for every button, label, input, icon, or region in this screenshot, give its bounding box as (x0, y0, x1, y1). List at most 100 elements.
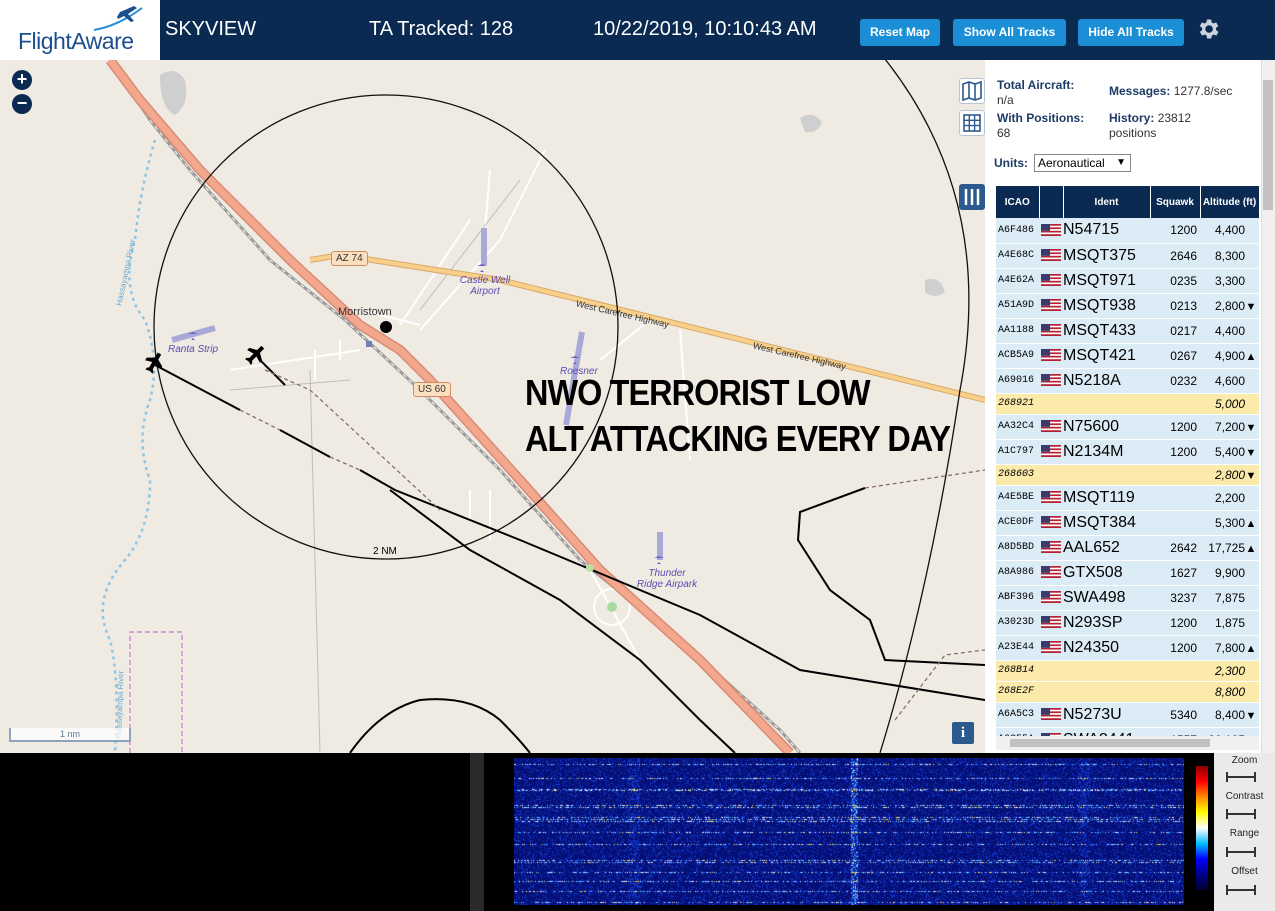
zoom-slider[interactable] (1226, 772, 1256, 782)
table-row[interactable]: 268E2F 8,800 (996, 681, 1259, 703)
col-header-squawk[interactable]: Squawk (1150, 186, 1201, 218)
horizontal-scrollbar-thumb[interactable] (1010, 739, 1210, 747)
us-flag-icon (1041, 516, 1061, 529)
altitude-value: 4,600 (1214, 373, 1245, 388)
table-row[interactable]: A4E62A MSQT971 0235 3,300 (996, 268, 1259, 294)
cell-flag (1039, 485, 1063, 511)
table-row[interactable]: A69016 N5218A 0232 4,600 (996, 368, 1259, 394)
airport-label-thunder-ridge: Thunder Ridge Airpark (636, 568, 698, 590)
show-all-tracks-button[interactable]: Show All Tracks (953, 19, 1066, 46)
cell-icao: A51A9D (996, 293, 1039, 319)
stat-history-value: 23812 (1157, 111, 1192, 125)
cell-flag (1039, 414, 1063, 440)
table-row[interactable]: A3023D N293SP 1200 1,875 (996, 610, 1259, 636)
cell-ident: MSQT421 (1063, 343, 1150, 369)
vertical-scrollbar-thumb[interactable] (1263, 80, 1273, 210)
table-row[interactable]: 268603 2,800▼ (996, 464, 1259, 486)
reset-map-button[interactable]: Reset Map (860, 19, 940, 46)
table-row[interactable]: A8A986 GTX508 1627 9,900 (996, 560, 1259, 586)
zoom-out-button[interactable]: − (12, 94, 32, 114)
table-row[interactable]: 268B14 2,300 (996, 660, 1259, 682)
aircraft-table-body: A6F486 N54715 1200 4,400 A4E68C MSQT375 2646 8,… (996, 218, 1259, 736)
place-label-morristown: Morristown (338, 306, 392, 318)
cell-ident: MSQT433 (1063, 318, 1150, 344)
gear-icon[interactable] (1195, 16, 1221, 42)
table-row[interactable]: A6C55A SWA2441155720,125▲ (996, 727, 1259, 736)
scale-bar: 1 nm (9, 728, 131, 742)
table-row[interactable]: 268921 5,000 (996, 393, 1259, 415)
cell-ident: AAL652 (1063, 535, 1150, 561)
cell-squawk: 0267 (1150, 343, 1200, 369)
units-select[interactable]: Aeronautical ▼ (1034, 154, 1131, 172)
grid-toggle-button[interactable] (959, 110, 985, 136)
cell-altitude: 8,800 (1200, 681, 1259, 703)
altitude-trend-icon: ▼ (1245, 446, 1257, 459)
horizontal-scrollbar[interactable] (996, 736, 1259, 750)
offset-slider[interactable] (1226, 885, 1256, 895)
altitude-value: 7,875 (1214, 590, 1245, 605)
hide-all-tracks-button[interactable]: Hide All Tracks (1078, 19, 1184, 46)
cell-altitude: 7,800▲ (1200, 635, 1259, 661)
range-slider[interactable] (1226, 847, 1256, 857)
altitude-trend-icon: ▼ (1245, 421, 1257, 434)
cell-icao: A1C797 (996, 439, 1039, 465)
cell-altitude: 8,400▼ (1200, 702, 1259, 728)
stat-with-positions-value: 68 (997, 126, 1011, 140)
vertical-scrollbar[interactable] (1261, 60, 1275, 753)
altitude-value: 4,400 (1214, 223, 1245, 238)
us-flag-icon (1041, 349, 1061, 362)
map-layers-button[interactable] (959, 78, 985, 104)
cell-ident: N2134M (1063, 439, 1150, 465)
table-row[interactable]: A1C797 N2134M 1200 5,400▼ (996, 439, 1259, 465)
cell-altitude: 3,300 (1200, 268, 1259, 294)
cell-altitude: 4,600 (1200, 368, 1259, 394)
altitude-value: 4,400 (1214, 323, 1245, 338)
table-row[interactable]: A51A9D MSQT938 0213 2,800▼ (996, 293, 1259, 319)
cell-altitude: 2,800▼ (1200, 293, 1259, 319)
altitude-value: 2,800 (1214, 467, 1245, 482)
table-row[interactable]: A6A5C3 N5273U 5340 8,400▼ (996, 702, 1259, 728)
table-row[interactable]: A4E68C MSQT375 2646 8,300 (996, 243, 1259, 269)
info-button[interactable]: i (952, 722, 974, 744)
table-row[interactable]: ACB5A9 MSQT421 0267 4,900▲ (996, 343, 1259, 369)
col-header-altitude[interactable]: Altitude (ft) (1200, 186, 1259, 218)
map-view[interactable]: + − AZ 74 US 60 Morristown West Carefree… (0, 60, 985, 753)
cell-ident: N54715 (1063, 218, 1150, 244)
table-row[interactable]: A8D5BD AAL652 2642 17,725▲ (996, 535, 1259, 561)
table-row[interactable]: A6F486 N54715 1200 4,400 (996, 218, 1259, 244)
zoom-in-button[interactable]: + (12, 70, 32, 90)
map-icon (962, 80, 982, 102)
altitude-value: 2,300 (1214, 663, 1245, 678)
waterfall-spectrogram[interactable] (514, 758, 1184, 905)
altitude-value: 8,400 (1214, 707, 1245, 722)
col-header-flag[interactable] (1039, 186, 1064, 218)
us-flag-icon (1041, 249, 1061, 262)
table-row[interactable]: A23E44 N24350 1200 7,800▲ (996, 635, 1259, 661)
table-row[interactable]: AA32C4 N75600 1200 7,200▼ (996, 414, 1259, 440)
col-header-icao[interactable]: ICAO (996, 186, 1040, 218)
cell-icao: AA1188 (996, 318, 1039, 344)
table-row[interactable]: AA1188 MSQT433 0217 4,400 (996, 318, 1259, 344)
stat-messages-label: Messages: (1109, 84, 1171, 98)
cell-ident: N5218A (1063, 368, 1150, 394)
altitude-value: 5,400 (1214, 444, 1245, 459)
altitude-value: 9,900 (1214, 565, 1245, 580)
table-row[interactable]: ABF396 SWA498 3237 7,875 (996, 585, 1259, 611)
cell-icao: 268E2F (996, 681, 1039, 703)
stat-total-aircraft-label: Total Aircraft: (997, 78, 1075, 92)
cell-altitude: 2,300 (1200, 660, 1259, 682)
col-header-ident[interactable]: Ident (1063, 186, 1151, 218)
aircraft-table-container[interactable]: ICAO Ident Squawk Altitude (ft) A6F486 N5… (996, 186, 1259, 736)
contrast-slider[interactable] (1226, 809, 1256, 819)
column-select-button[interactable] (959, 184, 985, 210)
stat-history-unit: positions (1109, 126, 1157, 140)
altitude-value: 7,200 (1214, 419, 1245, 434)
cell-flag (1039, 585, 1063, 611)
stat-with-positions: With Positions: 68 (997, 111, 1107, 141)
table-row[interactable]: ACE0DF MSQT384 5,300▲ (996, 510, 1259, 536)
table-row[interactable]: A4E5BE MSQT119 2,200 (996, 485, 1259, 511)
altitude-trend-icon: ▲ (1245, 350, 1257, 363)
cell-altitude: 7,875 (1200, 585, 1259, 611)
flightaware-logo[interactable]: FlightAware (0, 0, 160, 60)
cell-flag (1039, 610, 1063, 636)
